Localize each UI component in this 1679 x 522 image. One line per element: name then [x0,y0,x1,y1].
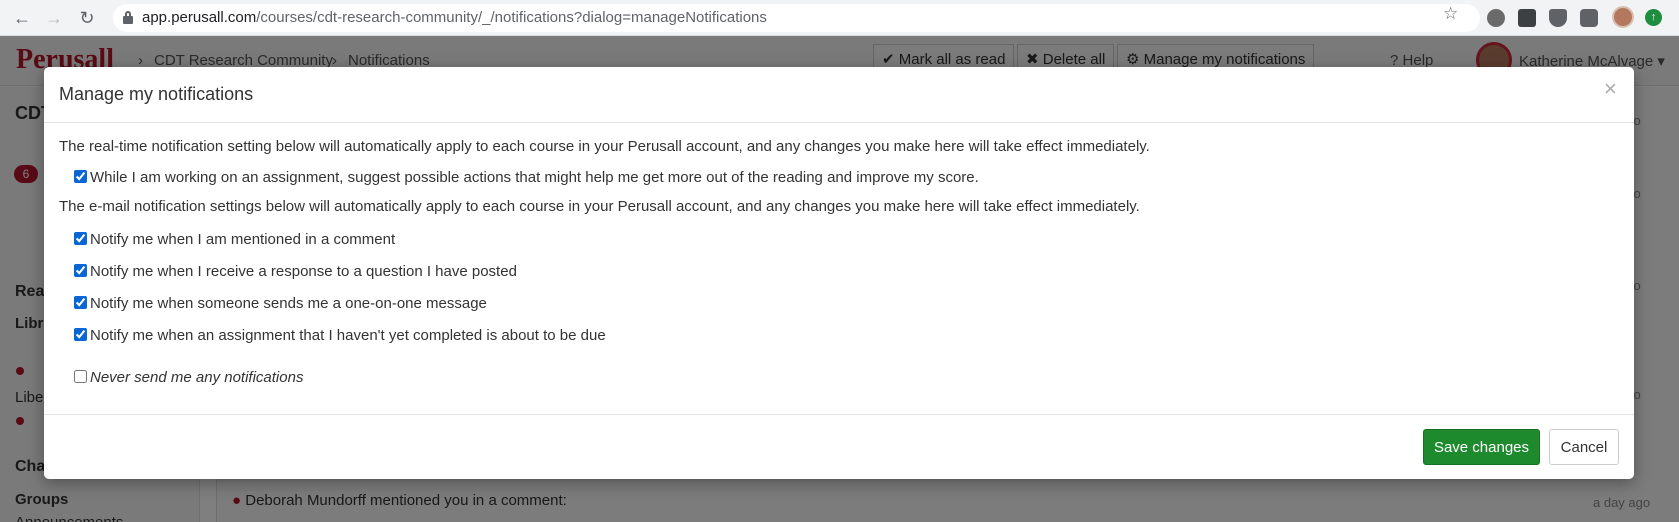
mentioned-label[interactable]: Notify me when I am mentioned in a comme… [90,231,395,248]
close-icon[interactable]: × [1604,78,1617,100]
realtime-suggestions-label[interactable]: While I am working on an assignment, sug… [90,169,979,186]
star-icon[interactable]: ☆ [1443,5,1458,22]
never-notify-label[interactable]: Never send me any notifications [90,369,303,386]
cancel-button[interactable]: Cancel [1549,429,1619,465]
email-intro: The e-mail notification settings below w… [59,198,1140,215]
modal-header: Manage my notifications × [44,67,1634,123]
extension-icon[interactable] [1518,9,1536,27]
message-label[interactable]: Notify me when someone sends me a one-on… [90,295,487,312]
address-bar[interactable]: app.perusall.com/courses/cdt-research-co… [113,4,1480,32]
url-host: app.perusall.com [142,9,257,26]
profile-icon[interactable] [1612,6,1634,28]
update-icon[interactable]: ↑ [1645,9,1662,26]
modal-footer: Save changes Cancel [44,414,1634,479]
never-notify-checkbox[interactable] [74,370,87,383]
mentioned-checkbox[interactable] [74,232,87,245]
back-arrow-icon[interactable]: ← [10,6,34,30]
response-label[interactable]: Notify me when I receive a response to a… [90,263,517,280]
reload-icon[interactable]: ↻ [75,6,99,30]
response-checkbox[interactable] [74,264,87,277]
realtime-intro: The real-time notification setting below… [59,138,1150,155]
manage-notifications-dialog: Manage my notifications × The real-time … [44,67,1634,479]
due-label[interactable]: Notify me when an assignment that I have… [90,327,606,344]
url-text[interactable]: app.perusall.com/courses/cdt-research-co… [142,4,767,32]
url-path: /courses/cdt-research-community/_/notifi… [256,9,767,26]
save-changes-button[interactable]: Save changes [1423,429,1540,465]
modal-title: Manage my notifications [59,84,254,104]
realtime-suggestions-checkbox[interactable] [74,170,87,183]
lock-icon [123,11,133,24]
puzzle-icon[interactable] [1580,9,1598,27]
browser-toolbar: ← → ↻ app.perusall.com/courses/cdt-resea… [0,0,1679,36]
message-checkbox[interactable] [74,296,87,309]
shield-icon[interactable] [1549,9,1567,27]
due-checkbox[interactable] [74,328,87,341]
forward-arrow-icon[interactable]: → [42,6,66,30]
extension-icon[interactable] [1487,9,1505,27]
